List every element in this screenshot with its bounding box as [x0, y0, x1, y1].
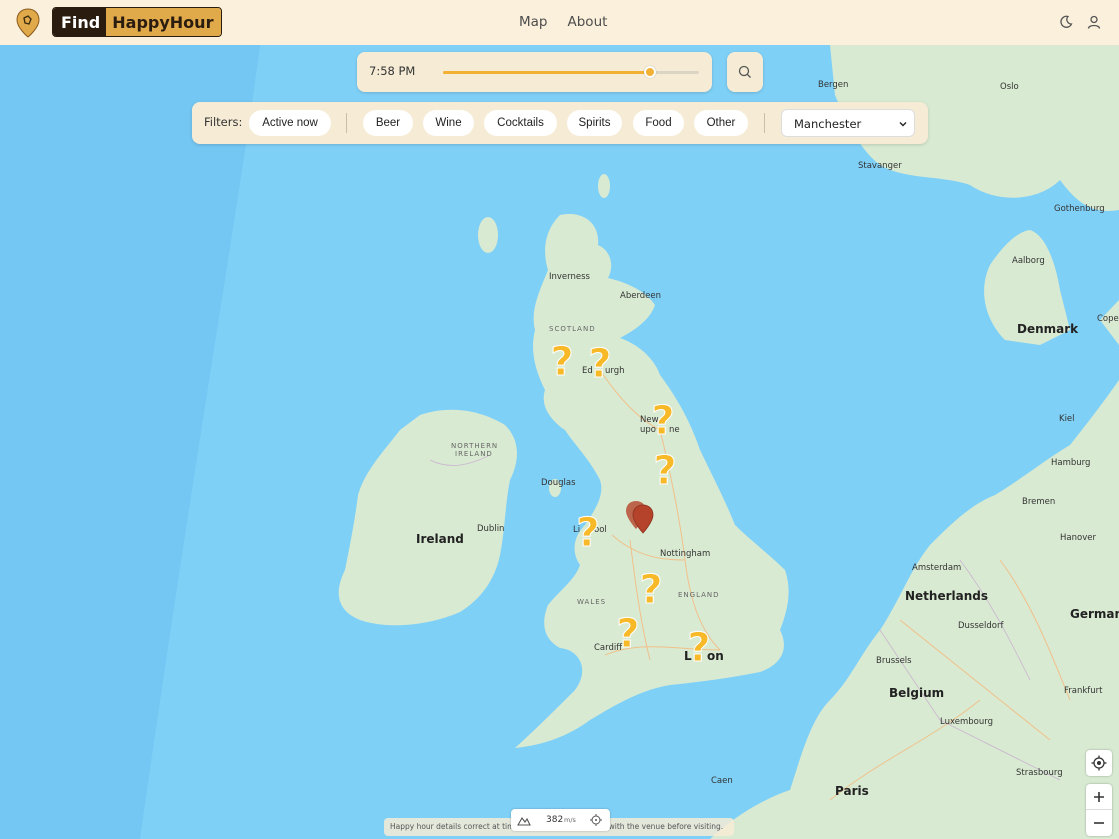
- app-header: Find HappyHour Map About: [0, 0, 1119, 45]
- filters-label: Filters:: [204, 115, 243, 129]
- map-status-bar: 382 m/s: [511, 809, 610, 831]
- status-value: 382: [546, 815, 564, 825]
- svg-text:?: ?: [651, 398, 674, 438]
- locate-control[interactable]: [1086, 750, 1112, 776]
- filter-food[interactable]: Food: [633, 110, 684, 136]
- main-nav: Map About: [519, 14, 607, 30]
- place-gothenburg: Gothenburg: [1054, 204, 1105, 214]
- map-canvas[interactable]: Bergen Oslo Stavanger Gothenburg Aalborg…: [0, 45, 1119, 839]
- city-select[interactable]: Manchester: [781, 109, 915, 137]
- question-marker-icon[interactable]: ?: [682, 625, 716, 665]
- place-stavanger: Stavanger: [858, 161, 902, 171]
- place-brussels: Brussels: [876, 656, 912, 666]
- brand-logo[interactable]: Find HappyHour: [52, 7, 223, 37]
- moon-icon[interactable]: [1059, 15, 1073, 29]
- place-amsterdam: Amsterdam: [912, 563, 962, 573]
- filter-divider: [346, 113, 347, 133]
- question-marker-icon[interactable]: ?: [648, 448, 682, 488]
- place-denmark: Denmark: [1017, 322, 1079, 336]
- place-luxembourg: Luxembourg: [940, 717, 993, 727]
- place-wales: WALES: [577, 598, 607, 606]
- pin-logo-icon[interactable]: [16, 8, 40, 38]
- filter-beer[interactable]: Beer: [363, 110, 413, 136]
- place-dublin: Dublin: [477, 524, 505, 534]
- place-scotland: SCOTLAND: [549, 325, 596, 333]
- svg-text:?: ?: [588, 341, 611, 381]
- place-bergen: Bergen: [818, 80, 849, 90]
- time-slider-fill: [443, 71, 651, 74]
- locate-icon: [1091, 755, 1107, 771]
- place-belgium: Belgium: [889, 686, 945, 700]
- svg-text:?: ?: [616, 611, 639, 651]
- locate-button[interactable]: [1086, 750, 1112, 776]
- place-paris: Paris: [835, 784, 869, 798]
- question-marker-icon[interactable]: ?: [634, 567, 668, 607]
- city-select-value: Manchester: [794, 117, 862, 131]
- disclaimer-left: Happy hour details correct at time: [390, 822, 520, 831]
- place-aberdeen: Aberdeen: [620, 291, 662, 301]
- filter-wine[interactable]: Wine: [423, 110, 474, 136]
- zoom-out-button[interactable]: [1086, 810, 1112, 836]
- place-england: ENGLAND: [678, 591, 720, 599]
- question-marker-icon[interactable]: ?: [611, 611, 645, 651]
- status-unit: m/s: [564, 816, 576, 824]
- place-inverness: Inverness: [549, 272, 590, 282]
- place-northern-ireland-2: IRELAND: [455, 450, 493, 458]
- filter-spirits[interactable]: Spirits: [567, 110, 622, 136]
- brand-find: Find: [53, 8, 107, 36]
- zoom-in-button[interactable]: [1086, 784, 1112, 810]
- place-douglas: Douglas: [541, 478, 576, 488]
- user-icon[interactable]: [1087, 15, 1101, 29]
- nav-about[interactable]: About: [568, 14, 608, 30]
- place-nottingham: Nottingham: [660, 549, 711, 559]
- time-slider-thumb[interactable]: [644, 66, 657, 78]
- question-marker-icon[interactable]: ?: [583, 341, 617, 381]
- place-hamburg: Hamburg: [1051, 458, 1091, 468]
- crosshair-icon[interactable]: [590, 814, 602, 826]
- filter-cocktails[interactable]: Cocktails: [484, 110, 557, 136]
- place-ireland: Ireland: [416, 532, 464, 546]
- place-netherlands: Netherlands: [905, 589, 989, 603]
- time-panel: 7:58 PM: [357, 52, 712, 92]
- place-bremen: Bremen: [1022, 497, 1056, 507]
- zoom-in-icon: [1094, 791, 1104, 802]
- filter-other[interactable]: Other: [694, 110, 748, 136]
- question-marker-icon[interactable]: ?: [646, 398, 680, 438]
- place-aalborg: Aalborg: [1012, 256, 1045, 266]
- svg-text:?: ?: [639, 567, 662, 607]
- svg-text:?: ?: [550, 339, 573, 379]
- question-marker-icon[interactable]: ?: [571, 510, 605, 550]
- place-northern-ireland-1: NORTHERN: [451, 442, 499, 450]
- search-button[interactable]: [727, 52, 763, 92]
- place-kiel: Kiel: [1059, 414, 1075, 424]
- brand-happyhour: HappyHour: [106, 8, 222, 36]
- place-hanover: Hanover: [1060, 533, 1096, 543]
- disclaimer-right: rm with the venue before visiting.: [596, 822, 724, 831]
- zoom-control: [1086, 784, 1112, 836]
- question-marker-icon[interactable]: ?: [545, 339, 579, 379]
- terrain-icon[interactable]: [517, 814, 531, 826]
- location-pin-icon[interactable]: [632, 504, 654, 534]
- svg-text:?: ?: [687, 625, 710, 665]
- chevron-down-icon: [899, 122, 907, 127]
- filter-divider: [764, 113, 765, 133]
- place-frankfurt: Frankfurt: [1064, 686, 1103, 696]
- time-label: 7:58 PM: [369, 64, 416, 78]
- time-slider[interactable]: [443, 66, 699, 78]
- place-oslo: Oslo: [1000, 82, 1019, 92]
- place-strasbourg: Strasbourg: [1016, 768, 1063, 778]
- nav-map[interactable]: Map: [519, 14, 548, 30]
- svg-text:?: ?: [653, 448, 676, 488]
- filter-active-now[interactable]: Active now: [249, 110, 331, 136]
- place-dusseldorf: Dusseldorf: [958, 621, 1004, 631]
- place-caen: Caen: [711, 776, 733, 786]
- place-cope: Cope: [1097, 314, 1119, 324]
- search-icon: [738, 65, 751, 78]
- filters-bar: Filters: Active now Beer Wine Cocktails …: [192, 102, 928, 144]
- svg-text:?: ?: [576, 510, 599, 550]
- zoom-out-icon: [1094, 822, 1104, 824]
- place-germany: Germany: [1070, 607, 1119, 621]
